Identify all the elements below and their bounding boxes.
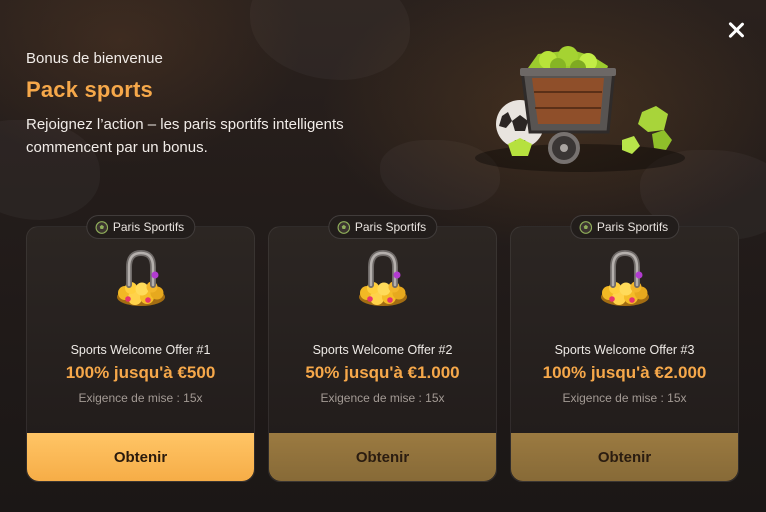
mine-cart-icon	[475, 46, 685, 172]
offer-card: Paris Sportifs Sports Welcome Offer #3 1…	[510, 215, 739, 482]
offer-value: 100% jusqu'à €500	[65, 363, 216, 382]
offer-category-badge: Paris Sportifs	[327, 215, 438, 239]
sports-ball-icon	[95, 221, 108, 234]
gold-horseshoe-icon	[353, 247, 413, 309]
claim-button[interactable]: Obtenir	[269, 433, 496, 481]
claim-button[interactable]: Obtenir	[511, 433, 738, 481]
offer-list: Paris Sportifs Sports Welcome Offer #1 1…	[26, 215, 739, 482]
offer-wager: Exigence de mise : 15x	[562, 391, 687, 405]
offer-category-label: Paris Sportifs	[596, 220, 669, 234]
offer-card: Paris Sportifs Sports Welcome Offer #1 1…	[26, 215, 255, 482]
gold-horseshoe-icon	[595, 247, 655, 309]
offer-value: 50% jusqu'à €1.000	[305, 363, 460, 382]
offer-category-badge: Paris Sportifs	[569, 215, 680, 239]
welcome-bonus-modal: Bonus de bienvenue Pack sports Rejoignez…	[0, 0, 766, 512]
subtitle-text: Rejoignez l’action – les paris sportifs …	[26, 116, 344, 156]
offer-name: Sports Welcome Offer #1	[70, 343, 211, 357]
offer-category-label: Paris Sportifs	[354, 220, 427, 234]
offer-category-badge: Paris Sportifs	[85, 215, 196, 239]
offer-name: Sports Welcome Offer #2	[312, 343, 453, 357]
offer-category-label: Paris Sportifs	[112, 220, 185, 234]
close-icon[interactable]	[724, 18, 748, 42]
modal-header: Bonus de bienvenue Pack sports Rejoignez…	[26, 50, 386, 159]
sports-ball-icon	[579, 221, 592, 234]
eyebrow-label: Bonus de bienvenue	[26, 50, 163, 67]
offer-wager: Exigence de mise : 15x	[320, 391, 445, 405]
offer-card: Paris Sportifs Sports Welcome Offer #2 5…	[268, 215, 497, 482]
offer-value: 100% jusqu'à €2.000	[542, 363, 707, 382]
claim-button[interactable]: Obtenir	[27, 433, 254, 481]
offer-wager: Exigence de mise : 15x	[78, 391, 203, 405]
offer-name: Sports Welcome Offer #3	[554, 343, 695, 357]
sports-ball-icon	[337, 221, 350, 234]
page-title: Pack sports	[26, 77, 153, 102]
gold-horseshoe-icon	[111, 247, 171, 309]
